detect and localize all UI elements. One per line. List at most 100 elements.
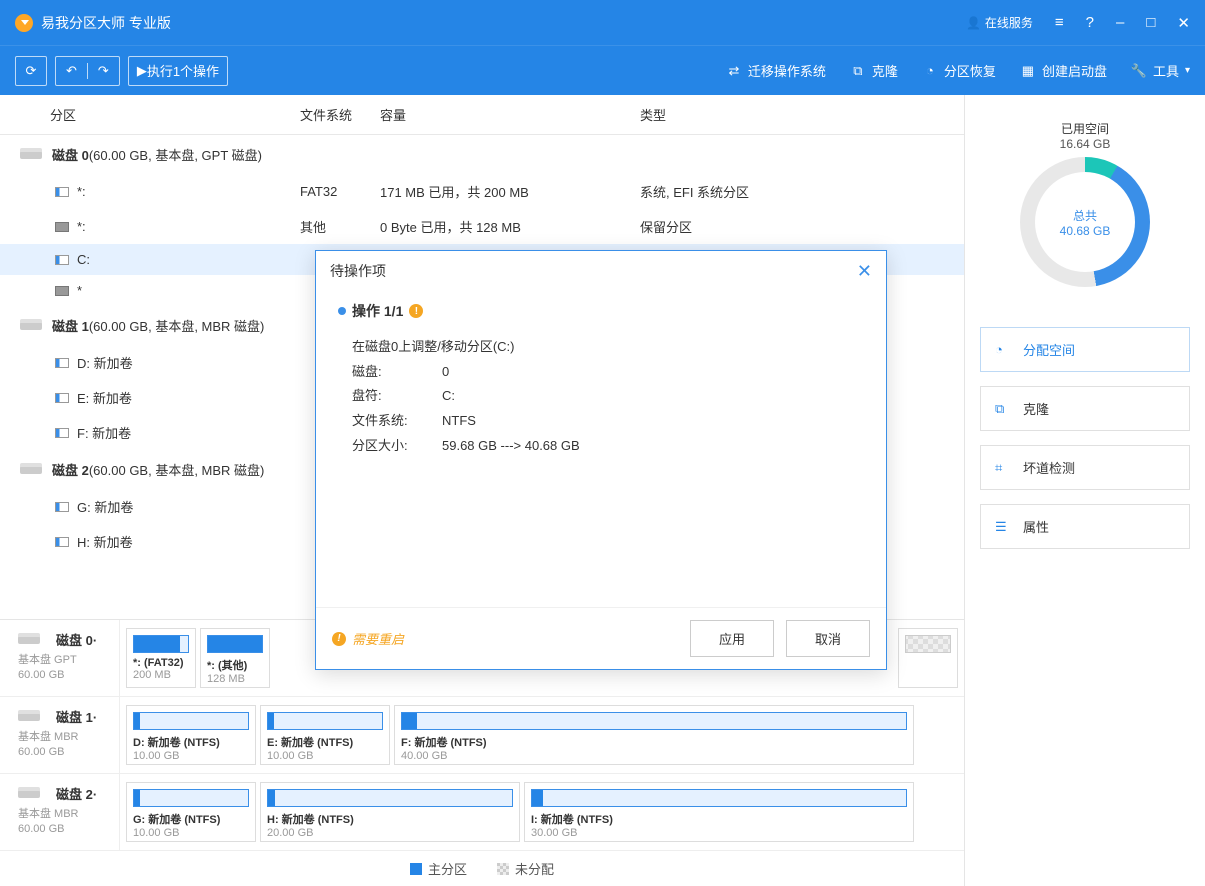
donut-chart: 总共 40.68 GB: [1020, 157, 1150, 287]
tools-button[interactable]: 🔧 工具 ▾: [1131, 61, 1190, 80]
restart-warning: ! 需要重启: [332, 629, 404, 648]
th-filesystem: 文件系统: [300, 105, 380, 124]
map-partition[interactable]: *: (其他) 128 MB: [200, 628, 270, 688]
menu-icon: ≡: [1055, 14, 1064, 31]
map-disk-label[interactable]: 磁盘 2· 基本盘 MBR 60.00 GB: [0, 774, 120, 850]
partition-icon: [55, 537, 69, 547]
map-partition[interactable]: *: (FAT32) 200 MB: [126, 628, 196, 688]
redo-button[interactable]: ↷: [87, 63, 119, 79]
refresh-button[interactable]: ⟳: [15, 56, 47, 86]
legend: 主分区 未分配: [0, 851, 964, 886]
partition-icon: [55, 358, 69, 368]
create-boot-disk-button[interactable]: ▦ 创建启动盘: [1020, 61, 1107, 80]
warning-icon: !: [409, 304, 423, 318]
properties-icon: ☰: [995, 519, 1011, 535]
maximize-icon: □: [1146, 14, 1155, 31]
th-capacity: 容量: [380, 105, 640, 124]
bullet-icon: [338, 307, 346, 315]
disk-icon: [20, 466, 42, 474]
map-disk-label[interactable]: 磁盘 1· 基本盘 MBR 60.00 GB: [0, 697, 120, 773]
refresh-icon: ⟳: [26, 63, 37, 79]
kv-disk-label: 磁盘:: [352, 360, 442, 385]
app-logo-icon: [15, 14, 33, 32]
total-label: 总共: [1060, 207, 1111, 224]
minimize-button[interactable]: –: [1116, 14, 1124, 31]
pie-icon: ◔: [995, 342, 1011, 358]
disk-icon: [18, 713, 40, 721]
migrate-icon: ⇄: [726, 63, 742, 79]
table-header: 分区 文件系统 容量 类型: [0, 95, 964, 135]
support-icon: 👤: [966, 16, 981, 30]
scan-icon: ⌗: [995, 460, 1011, 476]
close-icon: ✕: [1177, 14, 1190, 32]
properties-button[interactable]: ☰ 属性: [980, 504, 1190, 549]
apply-button[interactable]: 应用: [690, 620, 774, 657]
th-type: 类型: [640, 105, 964, 124]
kv-size-label: 分区大小:: [352, 434, 442, 459]
th-partition: 分区: [0, 105, 300, 124]
disk-icon: [20, 151, 42, 159]
disk-map-row: 磁盘 2· 基本盘 MBR 60.00 GB G: 新加卷 (NTFS) 10.…: [0, 774, 964, 851]
kv-fs-value: NTFS: [442, 409, 476, 434]
partition-icon: [55, 255, 69, 265]
partition-icon: [55, 187, 69, 197]
execute-button[interactable]: ▶ 执行1个操作: [128, 56, 228, 86]
kv-letter-value: C:: [442, 384, 455, 409]
clone-button[interactable]: ⧉ 克隆: [850, 61, 898, 80]
partition-row[interactable]: *: FAT32 171 MB 已用，共 200 MB 系统, EFI 系统分区: [0, 174, 964, 209]
cancel-button[interactable]: 取消: [786, 620, 870, 657]
map-partition[interactable]: G: 新加卷 (NTFS) 10.00 GB: [126, 782, 256, 842]
disk-row[interactable]: 磁盘 0 (60.00 GB, 基本盘, GPT 磁盘): [0, 135, 964, 174]
map-partition[interactable]: H: 新加卷 (NTFS) 20.00 GB: [260, 782, 520, 842]
legend-unalloc-icon: [497, 863, 509, 875]
disk-map-row: 磁盘 1· 基本盘 MBR 60.00 GB D: 新加卷 (NTFS) 10.…: [0, 697, 964, 774]
map-partition[interactable]: F: 新加卷 (NTFS) 40.00 GB: [394, 705, 914, 765]
legend-primary-label: 主分区: [428, 859, 467, 878]
partition-icon: [55, 222, 69, 232]
disk-icon: [18, 636, 40, 644]
partition-row[interactable]: *: 其他 0 Byte 已用，共 128 MB 保留分区: [0, 209, 964, 244]
undo-redo-group: ↶ ↷: [55, 56, 120, 86]
map-disk-label[interactable]: 磁盘 0· 基本盘 GPT 60.00 GB: [0, 620, 120, 696]
partition-icon: [55, 286, 69, 296]
chevron-down-icon: ▾: [1185, 65, 1190, 76]
partition-icon: [55, 393, 69, 403]
online-service-button[interactable]: 👤 在线服务: [966, 14, 1033, 31]
maximize-button[interactable]: □: [1146, 14, 1155, 31]
clone-icon: ⧉: [995, 401, 1011, 417]
clone-action-button[interactable]: ⧉ 克隆: [980, 386, 1190, 431]
help-button[interactable]: ?: [1086, 14, 1094, 31]
kv-letter-label: 盘符:: [352, 384, 442, 409]
right-panel: 已用空间 16.64 GB 总共 40.68 GB ◔ 分配空间 ⧉ 克隆 ⌗ …: [965, 95, 1205, 886]
total-value: 40.68 GB: [1060, 224, 1111, 238]
kv-disk-value: 0: [442, 360, 449, 385]
undo-button[interactable]: ↶: [56, 63, 87, 79]
clone-icon: ⧉: [850, 63, 866, 79]
used-space-label: 已用空间: [1020, 120, 1150, 137]
close-button[interactable]: ✕: [1177, 14, 1190, 32]
kv-fs-label: 文件系统:: [352, 409, 442, 434]
map-partition[interactable]: D: 新加卷 (NTFS) 10.00 GB: [126, 705, 256, 765]
play-icon: ▶: [137, 63, 147, 79]
recover-icon: ◔: [922, 63, 938, 79]
surface-test-button[interactable]: ⌗ 坏道检测: [980, 445, 1190, 490]
operation-description: 在磁盘0上调整/移动分区(C:): [352, 335, 864, 360]
partition-icon: [55, 428, 69, 438]
help-icon: ?: [1086, 14, 1094, 31]
toolbar: ⟳ ↶ ↷ ▶ 执行1个操作 ⇄ 迁移操作系统 ⧉ 克隆 ◔ 分区恢复 ▦ 创建…: [0, 45, 1205, 95]
legend-primary-icon: [410, 863, 422, 875]
warning-icon: !: [332, 632, 346, 646]
dialog-close-button[interactable]: ✕: [857, 262, 872, 280]
wrench-icon: 🔧: [1131, 63, 1147, 79]
app-title: 易我分区大师 专业版: [41, 13, 966, 33]
map-partition[interactable]: E: 新加卷 (NTFS) 10.00 GB: [260, 705, 390, 765]
allocate-space-button[interactable]: ◔ 分配空间: [980, 327, 1190, 372]
migrate-os-button[interactable]: ⇄ 迁移操作系统: [726, 61, 826, 80]
map-partition[interactable]: I: 新加卷 (NTFS) 30.00 GB: [524, 782, 914, 842]
partition-recovery-button[interactable]: ◔ 分区恢复: [922, 61, 996, 80]
map-unallocated[interactable]: [898, 628, 958, 688]
pending-operations-dialog: 待操作项 ✕ 操作 1/1 ! 在磁盘0上调整/移动分区(C:) 磁盘:0 盘符…: [315, 250, 887, 670]
menu-button[interactable]: ≡: [1055, 14, 1064, 31]
legend-unalloc-label: 未分配: [515, 859, 554, 878]
used-space-value: 16.64 GB: [1020, 137, 1150, 151]
